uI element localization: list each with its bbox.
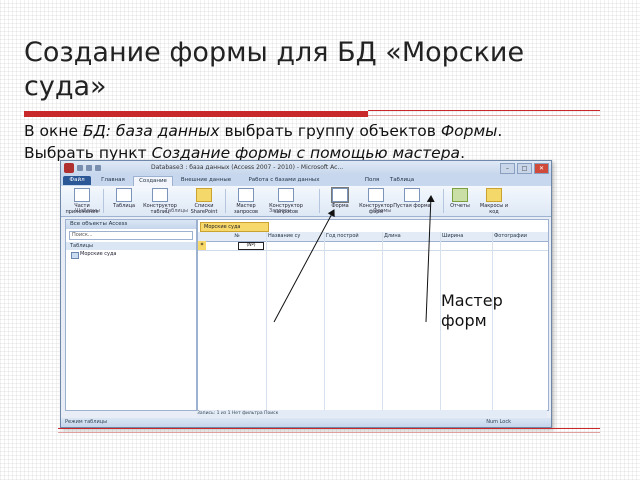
arrow-form-wizard — [425, 195, 435, 323]
footer-line — [58, 428, 600, 429]
annotation-label: Мастер форм — [441, 291, 503, 330]
footer-line-2 — [58, 432, 600, 433]
arrow-form — [273, 209, 335, 323]
annotation-arrows — [273, 195, 435, 323]
